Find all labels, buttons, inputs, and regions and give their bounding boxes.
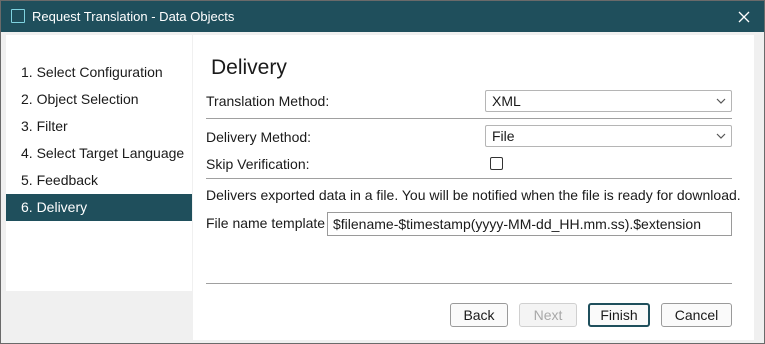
delivery-method-value: File: [492, 128, 515, 144]
translation-method-select[interactable]: XML: [485, 90, 732, 112]
translation-method-value: XML: [492, 93, 521, 109]
step-select-configuration[interactable]: 1. Select Configuration: [6, 59, 192, 86]
delivery-method-label: Delivery Method:: [206, 129, 312, 145]
close-icon: [738, 11, 750, 22]
footer-divider: [206, 283, 732, 284]
section-divider: [206, 178, 732, 179]
chevron-down-icon: [716, 133, 726, 139]
chevron-down-icon: [716, 98, 726, 104]
step-delivery[interactable]: 6. Delivery: [6, 194, 192, 221]
wizard-steps-sidebar: 1. Select Configuration 2. Object Select…: [6, 35, 192, 291]
title-bar: Request Translation - Data Objects: [1, 1, 764, 32]
step-select-target-language[interactable]: 4. Select Target Language: [6, 140, 192, 167]
delivery-description: Delivers exported data in a file. You wi…: [206, 187, 741, 203]
file-name-template-label: File name template: [206, 215, 326, 231]
skip-verification-label: Skip Verification:: [206, 156, 310, 172]
app-window-icon: [11, 9, 25, 23]
close-button[interactable]: [724, 1, 764, 32]
step-object-selection[interactable]: 2. Object Selection: [6, 86, 192, 113]
back-button[interactable]: Back: [450, 303, 508, 327]
page-title: Delivery: [211, 56, 287, 79]
translation-method-label: Translation Method:: [206, 93, 330, 109]
step-filter[interactable]: 3. Filter: [6, 113, 192, 140]
step-feedback[interactable]: 5. Feedback: [6, 167, 192, 194]
finish-button[interactable]: Finish: [588, 303, 650, 327]
section-divider: [206, 118, 732, 119]
file-name-template-input[interactable]: [327, 212, 732, 236]
delivery-panel: Delivery Translation Method: XML Deliver…: [193, 35, 754, 340]
window-title: Request Translation - Data Objects: [32, 9, 235, 24]
dialog-window: Request Translation - Data Objects 1. Se…: [0, 0, 765, 344]
cancel-button[interactable]: Cancel: [661, 303, 732, 327]
skip-verification-checkbox[interactable]: [490, 157, 503, 170]
delivery-method-select[interactable]: File: [485, 125, 732, 147]
next-button[interactable]: Next: [519, 303, 577, 327]
